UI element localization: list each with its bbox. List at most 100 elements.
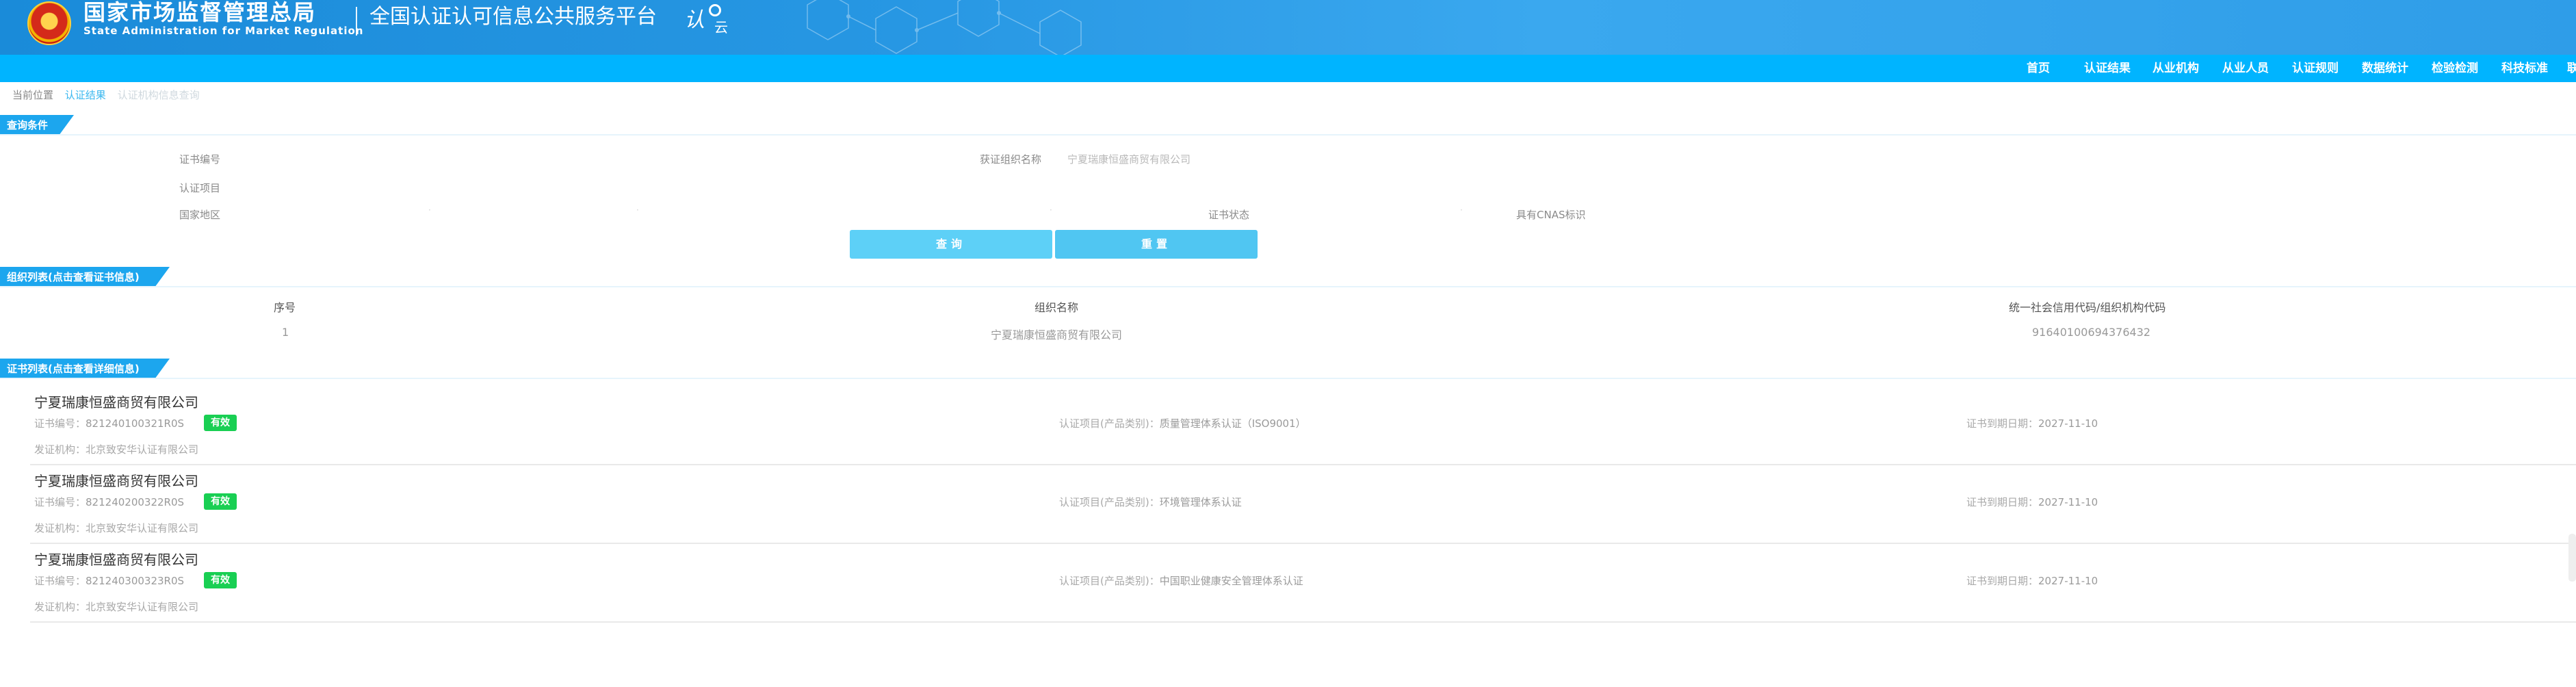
cert-item-label: 认证项目 bbox=[179, 182, 221, 194]
cert-no-line: 证书编号：821240100321R0S bbox=[34, 416, 184, 430]
platform-title: 全国认证认可信息公共服务平台 bbox=[369, 5, 657, 29]
cert-list-item[interactable]: 宁夏瑞康恒盛商贸有限公司 证书编号：821240100321R0S 有效 认证项… bbox=[30, 387, 2576, 465]
cert-expiry-label: 证书到期日期： bbox=[1966, 417, 2039, 430]
cert-no-value: 821240300323R0S bbox=[86, 575, 185, 587]
cert-no-value: 821240200322R0S bbox=[86, 496, 185, 508]
org-row-code: 91640100694376432 bbox=[2032, 326, 2151, 339]
cert-list-item[interactable]: 宁夏瑞康恒盛商贸有限公司 证书编号：821240200322R0S 有效 认证项… bbox=[30, 466, 2576, 544]
cert-issuer-label: 发证机构： bbox=[34, 601, 86, 613]
nav-cert-results[interactable]: 认证结果 bbox=[2084, 55, 2131, 82]
cert-item-value: 环境管理体系认证 bbox=[1159, 496, 1242, 508]
cert-expiry-line: 证书到期日期：2027-11-10 bbox=[1966, 416, 2098, 430]
main-nav: 首页 认证结果 从业机构 从业人员 认证规则 数据统计 检验检测 科技标准 联系 bbox=[0, 55, 2576, 82]
cert-status-select[interactable] bbox=[1270, 203, 1475, 221]
cert-item-line: 认证项目(产品类别)：中国职业健康安全管理体系认证 bbox=[1059, 573, 1303, 588]
cert-item-label: 认证项目(产品类别)： bbox=[1059, 417, 1160, 430]
status-badge: 有效 bbox=[204, 415, 237, 431]
cert-item-line: 认证项目(产品类别)：质量管理体系认证（ISO9001） bbox=[1059, 416, 1306, 430]
cert-list-item[interactable]: 宁夏瑞康恒盛商贸有限公司 证书编号：821240300323R0S 有效 认证项… bbox=[30, 545, 2576, 623]
hexagon-pattern-decoration bbox=[807, 0, 1082, 55]
cert-expiry-label: 证书到期日期： bbox=[1966, 575, 2039, 587]
breadcrumb: 当前位置 认证结果 认证机构信息查询 bbox=[12, 88, 208, 104]
cert-expiry-value: 2027-11-10 bbox=[2038, 575, 2098, 587]
header-divider bbox=[356, 7, 357, 36]
cert-item-value: 中国职业健康安全管理体系认证 bbox=[1159, 575, 1303, 587]
cert-item-label: 认证项目(产品类别)： bbox=[1059, 496, 1160, 508]
query-button[interactable]: 查询 bbox=[850, 230, 1052, 259]
org-list-section-tag: 组织列表(点击查看证书信息) bbox=[0, 267, 170, 287]
cert-list-section-line bbox=[0, 378, 2576, 379]
cnas-select[interactable] bbox=[1608, 203, 1813, 221]
cert-no-label: 证书编号 bbox=[179, 153, 221, 166]
renzheng-cloud-logo[interactable]: 认 云 bbox=[684, 0, 733, 38]
org-list-section-line bbox=[0, 286, 2576, 287]
cert-item-value: 质量管理体系认证（ISO9001） bbox=[1159, 417, 1306, 430]
cert-org-name: 宁夏瑞康恒盛商贸有限公司 bbox=[34, 552, 198, 568]
nav-practitioners[interactable]: 从业人员 bbox=[2222, 55, 2269, 82]
star-icon: ★ bbox=[45, 11, 57, 25]
cert-expiry-line: 证书到期日期：2027-11-10 bbox=[1966, 495, 2098, 509]
cert-no-line: 证书编号：821240200322R0S bbox=[34, 495, 184, 509]
reset-button[interactable]: 重置 bbox=[1055, 230, 1258, 259]
org-name-input[interactable]: 宁夏瑞康恒盛商贸有限公司 bbox=[1067, 152, 1191, 166]
cert-status-label: 证书状态 bbox=[1208, 209, 1250, 221]
divider-dot: · bbox=[1460, 205, 1463, 215]
divider-dot: · bbox=[636, 205, 639, 215]
cnas-label: 具有CNAS标识 bbox=[1516, 209, 1586, 221]
cert-no-line: 证书编号：821240300323R0S bbox=[34, 573, 184, 588]
status-badge: 有效 bbox=[204, 572, 237, 588]
cert-issuer-line: 发证机构：北京致安华认证有限公司 bbox=[34, 599, 198, 614]
cert-issuer-value: 北京致安华认证有限公司 bbox=[86, 601, 199, 613]
cert-issuer-value: 北京致安华认证有限公司 bbox=[86, 443, 199, 456]
site-header: ★ 国家市场监督管理总局 State Administration for Ma… bbox=[0, 0, 2576, 55]
cert-item-line: 认证项目(产品类别)：环境管理体系认证 bbox=[1059, 495, 1242, 509]
cert-item-label: 认证项目(产品类别)： bbox=[1059, 575, 1160, 587]
cert-issuer-line: 发证机构：北京致安华认证有限公司 bbox=[34, 442, 198, 456]
nav-inspection[interactable]: 检验检测 bbox=[2432, 55, 2478, 82]
breadcrumb-link-cert-results[interactable]: 认证结果 bbox=[65, 89, 106, 101]
cert-no-value: 821240100321R0S bbox=[86, 417, 185, 430]
region-select[interactable] bbox=[246, 203, 629, 221]
agency-title-en: State Administration for Market Regulati… bbox=[83, 25, 364, 37]
nav-institutions[interactable]: 从业机构 bbox=[2152, 55, 2199, 82]
cert-no-label: 证书编号： bbox=[34, 417, 86, 430]
cert-issuer-label: 发证机构： bbox=[34, 443, 86, 456]
query-section-line bbox=[0, 134, 2576, 135]
cert-expiry-line: 证书到期日期：2027-11-10 bbox=[1966, 573, 2098, 588]
breadcrumb-current: 认证机构信息查询 bbox=[117, 89, 200, 101]
logo-text-ren: 认 bbox=[684, 8, 705, 32]
cert-expiry-label: 证书到期日期： bbox=[1966, 496, 2039, 508]
region-label: 国家地区 bbox=[179, 209, 221, 221]
logo-ring-icon bbox=[709, 4, 721, 16]
national-emblem-logo: ★ bbox=[27, 1, 71, 45]
cert-no-label: 证书编号： bbox=[34, 575, 86, 587]
scrollbar-thumb[interactable] bbox=[2568, 534, 2576, 582]
cert-issuer-label: 发证机构： bbox=[34, 522, 86, 534]
agency-title-cn: 国家市场监督管理总局 bbox=[83, 0, 317, 25]
query-section-tag: 查询条件 bbox=[0, 115, 74, 135]
org-table-header-code: 统一社会信用代码/组织机构代码 bbox=[2009, 301, 2166, 314]
org-row-name[interactable]: 宁夏瑞康恒盛商贸有限公司 bbox=[991, 326, 1122, 342]
cert-org-name: 宁夏瑞康恒盛商贸有限公司 bbox=[34, 473, 198, 489]
nav-cert-rules[interactable]: 认证规则 bbox=[2292, 55, 2339, 82]
org-table-header-name: 组织名称 bbox=[1035, 301, 1079, 314]
nav-home[interactable]: 首页 bbox=[2027, 55, 2050, 82]
cert-no-label: 证书编号： bbox=[34, 496, 86, 508]
divider-dot: · bbox=[428, 205, 431, 215]
cert-no-input[interactable] bbox=[246, 148, 931, 166]
cert-org-name: 宁夏瑞康恒盛商贸有限公司 bbox=[34, 394, 198, 411]
org-table-header-index: 序号 bbox=[274, 301, 296, 314]
cert-expiry-value: 2027-11-10 bbox=[2038, 417, 2098, 430]
divider-dot: · bbox=[1050, 205, 1052, 215]
nav-statistics[interactable]: 数据统计 bbox=[2362, 55, 2408, 82]
org-row-index: 1 bbox=[282, 326, 289, 339]
nav-standards[interactable]: 科技标准 bbox=[2501, 55, 2548, 82]
cert-item-select[interactable] bbox=[246, 177, 1888, 194]
cert-issuer-line: 发证机构：北京致安华认证有限公司 bbox=[34, 521, 198, 535]
breadcrumb-location-label: 当前位置 bbox=[12, 89, 54, 101]
status-badge: 有效 bbox=[204, 493, 237, 510]
nav-contact[interactable]: 联系 bbox=[2567, 55, 2576, 82]
org-name-label: 获证组织名称 bbox=[980, 153, 1042, 166]
cert-list-section-tag: 证书列表(点击查看详细信息) bbox=[0, 359, 170, 379]
logo-text-yun: 云 bbox=[714, 19, 728, 36]
